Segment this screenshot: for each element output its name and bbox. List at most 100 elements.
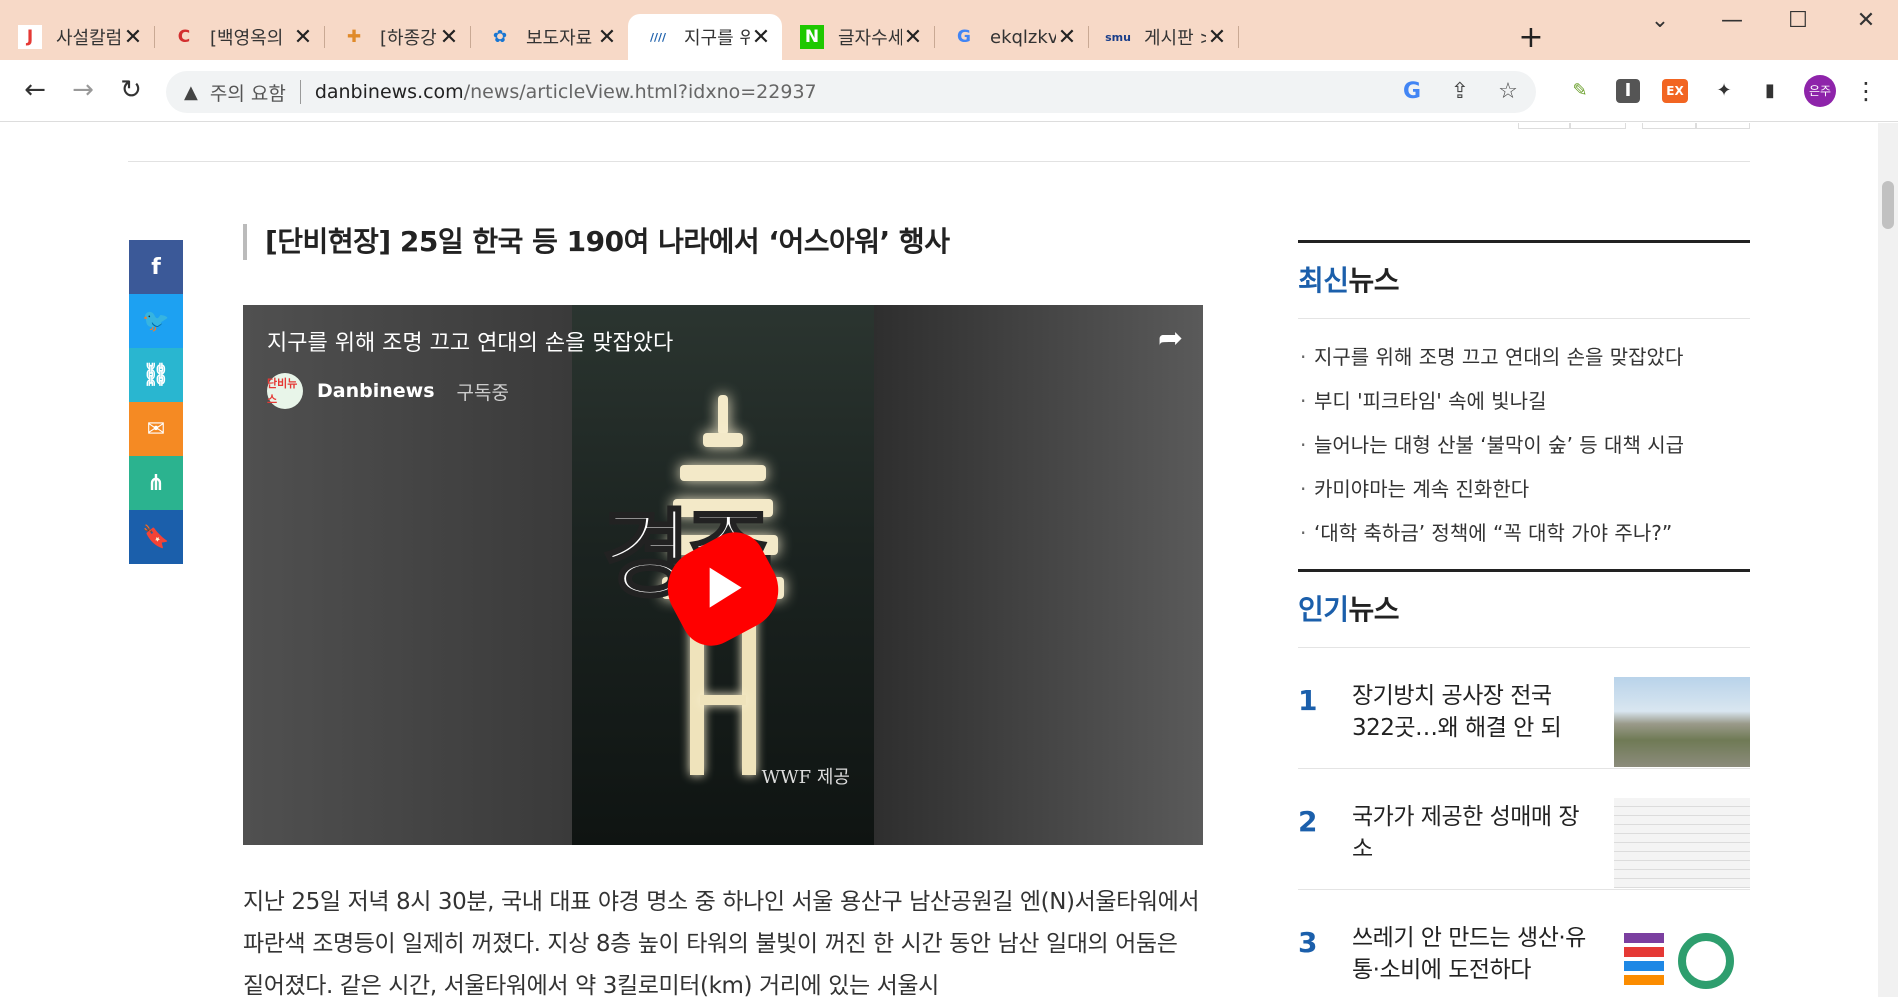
tab-title: 글자수세기 — [838, 28, 902, 49]
tab-close-icon[interactable]: ✕ — [1056, 25, 1078, 50]
bookmark-icon[interactable]: 🔖 — [129, 510, 183, 564]
popular-thumbnail[interactable] — [1614, 798, 1750, 888]
browser-menu-icon[interactable]: ⋮ — [1852, 77, 1880, 105]
popular-news-item[interactable]: 1 장기방치 공사장 전국 322곳…왜 해결 안 되 — [1298, 648, 1750, 769]
omnibox-divider — [299, 80, 301, 104]
popular-thumbnail[interactable] — [1614, 677, 1750, 767]
article-headline: [단비현장] 25일 한국 등 190여 나라에서 ‘어스아워’ 행사 — [243, 224, 950, 260]
new-tab-button[interactable]: + — [1514, 20, 1548, 55]
tab-favicon-icon: ✿ — [492, 27, 508, 47]
popular-rank: 1 — [1298, 684, 1318, 717]
video-letterbox-right — [873, 305, 1203, 845]
google-translate-icon[interactable]: G — [1398, 78, 1426, 106]
side-panel-icon[interactable]: ▮ — [1756, 77, 1784, 105]
latest-news-section: 최신뉴스 지구를 위해 조명 끄고 연대의 손을 맞잡았다부디 '피크타임' 속… — [1298, 240, 1750, 569]
close-window-icon[interactable]: ✕ — [1846, 8, 1886, 33]
reload-icon[interactable]: ↻ — [114, 74, 148, 108]
address-bar[interactable]: ▲ 주의 요함 danbinews.com /news/articleView.… — [166, 71, 1536, 113]
latest-news-item[interactable]: ‘대학 축하금’ 정책에 “꼭 대학 가야 주나?” — [1298, 511, 1750, 555]
extension-ex-icon[interactable]: EX — [1662, 79, 1688, 103]
popular-thumbnail[interactable] — [1614, 919, 1750, 997]
extension-pen-icon[interactable]: ✎ — [1566, 77, 1594, 105]
channel-avatar[interactable]: 단비뉴스 — [267, 373, 303, 409]
header-divider — [128, 161, 1750, 162]
tab-close-icon[interactable]: ✕ — [292, 25, 314, 50]
forward-icon[interactable]: → — [66, 74, 100, 108]
tab-close-icon[interactable]: ✕ — [902, 25, 924, 50]
tab-close-icon[interactable]: ✕ — [438, 25, 460, 50]
latest-news-item[interactable]: 카미야마는 계속 진화한다 — [1298, 467, 1750, 511]
tab-1[interactable]: J 사설칼럼 |✕ — [0, 14, 155, 60]
video-player[interactable]: 경주 WWF 제공 지구를 위해 조명 끄고 연대의 손을 맞잡았다 ➦ 단비뉴… — [243, 305, 1203, 845]
popular-title[interactable]: 쓰레기 안 만드는 생산·유통·소비에 도전하다 — [1352, 890, 1614, 997]
tab-7[interactable]: Gekqlzkvp -✕ — [934, 14, 1089, 60]
tab-close-icon[interactable]: ✕ — [750, 25, 772, 50]
extensions-puzzle-icon[interactable]: ✦ — [1710, 77, 1738, 105]
tab-4[interactable]: ✿ 보도자료 <✕ — [470, 14, 628, 60]
tab-6[interactable]: N 글자수세기✕ — [782, 14, 935, 60]
header-button-1[interactable] — [1518, 123, 1570, 129]
tab-2[interactable]: C [백영옥의 ✕ — [154, 14, 325, 60]
mail-icon[interactable]: ✉ — [129, 402, 183, 456]
article-body: 지난 25일 저녁 8시 30분, 국내 대표 야경 명소 중 하나인 서울 용… — [243, 889, 1200, 997]
bookmark-star-icon[interactable]: ☆ — [1494, 78, 1522, 106]
extension-i-icon[interactable]: I — [1616, 79, 1640, 103]
tab-8[interactable]: smu 게시판 >디✕ — [1088, 14, 1239, 60]
tab-favicon-icon: G — [957, 27, 971, 47]
popular-rank: 3 — [1298, 926, 1318, 959]
tab-strip: J사설칼럼 |✕C[백영옥의✕✚[하종강 칼✕✿보도자료 <✕////지구를 위… — [0, 0, 1898, 60]
profile-avatar[interactable]: 은주 — [1804, 75, 1836, 107]
share-page-icon[interactable]: ⇪ — [1446, 78, 1474, 106]
latest-news-item[interactable]: 지구를 위해 조명 끄고 연대의 손을 맞잡았다 — [1298, 335, 1750, 379]
tab-favicon-icon: //// — [649, 30, 667, 44]
channel-name[interactable]: Danbinews — [317, 380, 435, 402]
tab-3[interactable]: ✚ [하종강 칼✕ — [324, 14, 471, 60]
share-toolbar: f 🐦 ⛓ ✉ ⋔ 🔖 — [129, 240, 183, 564]
minimize-icon[interactable]: — — [1712, 8, 1752, 33]
tab-title: 지구를 위히 — [684, 28, 750, 49]
link-icon[interactable]: ⛓ — [129, 348, 183, 402]
tab-close-icon[interactable]: ✕ — [596, 25, 618, 50]
web-page: f 🐦 ⛓ ✉ ⋔ 🔖 [단비현장] 25일 한국 등 190여 나라에서 ‘어스아워’ … — [0, 123, 1878, 997]
video-title[interactable]: 지구를 위해 조명 끄고 연대의 손을 맞잡았다 — [267, 325, 673, 357]
tab-close-icon[interactable]: ✕ — [122, 25, 144, 50]
popular-title[interactable]: 장기방치 공사장 전국 322곳…왜 해결 안 되 — [1352, 648, 1614, 768]
warning-triangle-icon[interactable]: ▲ — [184, 82, 198, 103]
maximize-icon[interactable]: ☐ — [1778, 8, 1818, 33]
latest-news-title: 최신뉴스 — [1298, 243, 1750, 319]
tab-title: 사설칼럼 | — [56, 28, 122, 49]
twitter-icon[interactable]: 🐦 — [129, 294, 183, 348]
tab-favicon-icon: J — [18, 25, 42, 49]
popular-rank: 2 — [1298, 805, 1318, 838]
video-share-icon[interactable]: ➦ — [1158, 321, 1183, 356]
latest-news-item[interactable]: 부디 '피크타임' 속에 빛나길 — [1298, 379, 1750, 423]
popular-news-section: 인기뉴스 1 장기방치 공사장 전국 322곳…왜 해결 안 되 2 국가가 제공한 … — [1298, 569, 1750, 997]
tab-favicon-icon: N — [800, 25, 824, 49]
popular-title[interactable]: 국가가 제공한 성매매 장소 — [1352, 769, 1614, 889]
page-scrollbar[interactable] — [1878, 123, 1898, 997]
subscription-status: 구독중 — [456, 381, 509, 404]
facebook-icon[interactable]: f — [129, 240, 183, 294]
popular-news-item[interactable]: 2 국가가 제공한 성매매 장소 — [1298, 769, 1750, 890]
latest-news-item[interactable]: 늘어나는 대형 산불 ‘불막이 숲’ 등 대책 시급 — [1298, 423, 1750, 467]
tab-separator — [1238, 26, 1239, 48]
tab-5[interactable]: //// 지구를 위히✕ — [628, 14, 782, 60]
scrollbar-thumb[interactable] — [1882, 181, 1894, 229]
video-credit: WWF 제공 — [761, 767, 850, 788]
tab-search-icon[interactable]: ⌄ — [1640, 8, 1680, 33]
back-icon[interactable]: ← — [18, 74, 52, 108]
tab-title: ekqlzkvp - — [990, 26, 1056, 48]
tab-close-icon[interactable]: ✕ — [1206, 25, 1228, 50]
video-channel[interactable]: 단비뉴스 Danbinews 구독중 — [267, 373, 509, 409]
url-host[interactable]: danbinews.com — [315, 81, 464, 103]
header-button-3[interactable] — [1642, 123, 1696, 129]
tab-favicon-icon: smu — [1105, 30, 1131, 44]
header-button-2[interactable] — [1570, 123, 1626, 129]
security-warning-label[interactable]: 주의 요함 — [210, 79, 286, 106]
sidebar: 최신뉴스 지구를 위해 조명 끄고 연대의 손을 맞잡았다부디 '피크타임' 속… — [1298, 240, 1750, 997]
share-icon[interactable]: ⋔ — [129, 456, 183, 510]
header-button-4[interactable] — [1696, 123, 1750, 129]
tab-title: [하종강 칼 — [380, 28, 438, 49]
popular-news-item[interactable]: 3 쓰레기 안 만드는 생산·유통·소비에 도전하다 — [1298, 890, 1750, 997]
url-path[interactable]: /news/articleView.html?idxno=22937 — [464, 81, 817, 103]
